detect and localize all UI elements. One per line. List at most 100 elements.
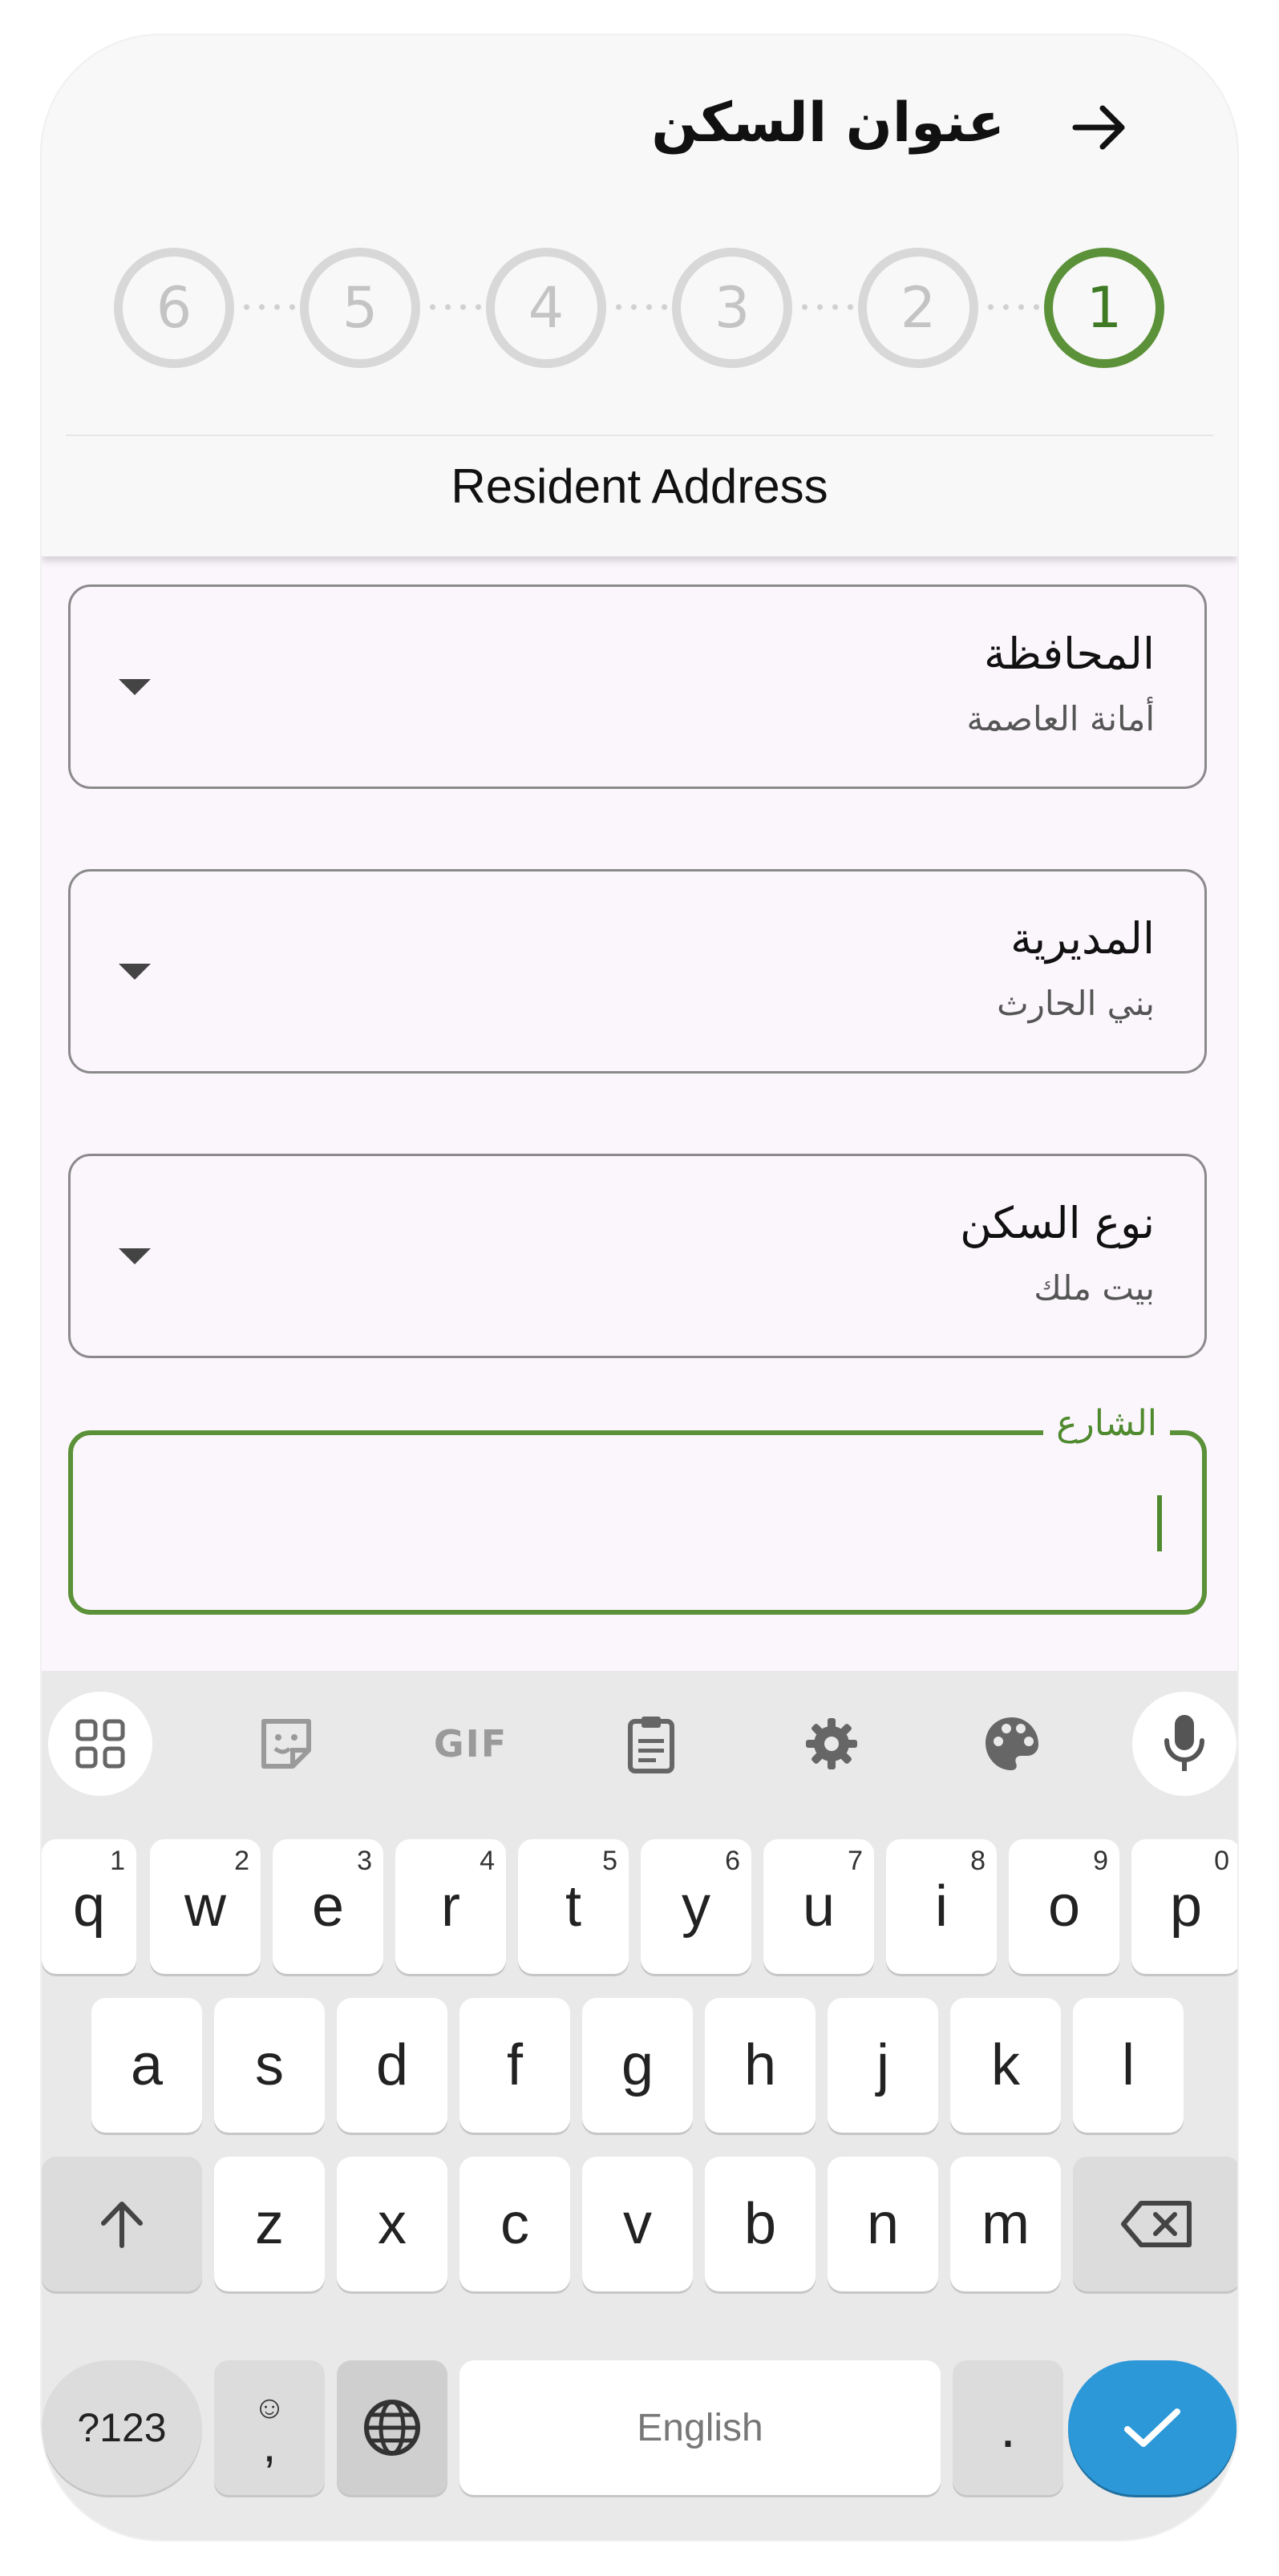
checkmark-icon bbox=[1124, 2408, 1180, 2447]
key-q[interactable]: q1 bbox=[42, 1839, 136, 1974]
key-f[interactable]: f bbox=[459, 1998, 570, 2133]
step-2: 2 bbox=[858, 248, 978, 368]
backspace-key[interactable] bbox=[1073, 2157, 1237, 2291]
settings-button[interactable] bbox=[779, 1692, 884, 1796]
key-i[interactable]: i8 bbox=[886, 1839, 997, 1974]
page-subtitle: Resident Address bbox=[451, 459, 828, 513]
key-label: o bbox=[1047, 1874, 1081, 1939]
backspace-icon bbox=[1120, 2201, 1192, 2247]
key-d[interactable]: d bbox=[337, 1998, 447, 2133]
key-r[interactable]: r4 bbox=[395, 1839, 506, 1974]
done-key[interactable] bbox=[1068, 2360, 1237, 2495]
step-3: 3 bbox=[672, 248, 792, 368]
housing-type-dropdown[interactable]: نوع السكن بيت ملك bbox=[68, 1154, 1207, 1358]
step-connector bbox=[611, 303, 674, 311]
key-u[interactable]: u7 bbox=[763, 1839, 874, 1974]
grid-icon bbox=[75, 1719, 125, 1769]
key-o[interactable]: o9 bbox=[1009, 1839, 1119, 1974]
district-dropdown[interactable]: المديرية بني الحارث bbox=[68, 869, 1207, 1074]
palette-icon bbox=[986, 1717, 1038, 1770]
street-input[interactable]: الشارع bbox=[68, 1403, 1207, 1615]
voice-input-button[interactable] bbox=[1132, 1692, 1237, 1796]
gear-icon bbox=[806, 1718, 857, 1769]
key-hint: 6 bbox=[725, 1846, 740, 1876]
comma-key[interactable]: ☺ , bbox=[214, 2360, 325, 2495]
key-x[interactable]: x bbox=[337, 2157, 447, 2291]
step-5: 5 bbox=[300, 248, 420, 368]
key-w[interactable]: w2 bbox=[150, 1839, 261, 1974]
key-hint: 0 bbox=[1214, 1846, 1229, 1876]
symbols-key[interactable]: ?123 bbox=[42, 2360, 202, 2495]
key-hint: 8 bbox=[970, 1846, 986, 1876]
gif-button[interactable]: GIF bbox=[419, 1692, 523, 1796]
shift-key[interactable] bbox=[42, 2157, 202, 2291]
governorate-dropdown[interactable]: المحافظة أمانة العاصمة bbox=[68, 584, 1207, 789]
app-header: عنوان السكن 6 5 4 3 2 1 Resident Address bbox=[42, 35, 1237, 556]
key-c[interactable]: c bbox=[459, 2157, 570, 2291]
key-b[interactable]: b bbox=[705, 2157, 816, 2291]
language-switch-key[interactable] bbox=[337, 2360, 447, 2495]
step-connector bbox=[239, 303, 302, 311]
key-label: q bbox=[72, 1874, 106, 1939]
key-l[interactable]: l bbox=[1073, 1998, 1184, 2133]
theme-button[interactable] bbox=[960, 1692, 1064, 1796]
key-y[interactable]: y6 bbox=[641, 1839, 751, 1974]
key-e[interactable]: e3 bbox=[273, 1839, 383, 1974]
key-label: t bbox=[565, 1874, 581, 1939]
key-k[interactable]: k bbox=[950, 1998, 1061, 2133]
gif-label: GIF bbox=[433, 1722, 508, 1765]
step-connector bbox=[425, 303, 488, 311]
key-g[interactable]: g bbox=[582, 1998, 693, 2133]
phone-screen: عنوان السكن 6 5 4 3 2 1 Resident Address… bbox=[40, 34, 1239, 2542]
district-label: المديرية bbox=[1010, 913, 1155, 964]
governorate-value: أمانة العاصمة bbox=[966, 699, 1155, 738]
key-hint: 9 bbox=[1093, 1846, 1108, 1876]
key-a[interactable]: a bbox=[91, 1998, 202, 2133]
comma-label: , bbox=[262, 2418, 277, 2472]
page-title: عنوان السكن bbox=[651, 91, 1005, 155]
back-button[interactable] bbox=[1060, 87, 1140, 168]
key-z[interactable]: z bbox=[214, 2157, 325, 2291]
key-v[interactable]: v bbox=[582, 2157, 693, 2291]
space-key[interactable]: English bbox=[459, 2360, 941, 2495]
key-label: w bbox=[184, 1874, 226, 1939]
step-connector bbox=[797, 303, 860, 311]
housing-type-value: بيت ملك bbox=[1034, 1268, 1155, 1308]
key-j[interactable]: j bbox=[828, 1998, 938, 2133]
key-hint: 3 bbox=[357, 1846, 372, 1876]
key-m[interactable]: m bbox=[950, 2157, 1061, 2291]
period-key[interactable]: . bbox=[953, 2360, 1063, 2495]
shift-arrow-icon bbox=[101, 2202, 143, 2248]
dropdown-arrow-icon bbox=[119, 964, 151, 980]
apps-grid-button[interactable] bbox=[48, 1692, 152, 1796]
progress-stepper: 6 5 4 3 2 1 bbox=[114, 248, 1164, 368]
key-label: y bbox=[682, 1874, 710, 1939]
street-label: الشارع bbox=[1043, 1403, 1170, 1444]
key-n[interactable]: n bbox=[828, 2157, 938, 2291]
key-label: r bbox=[441, 1874, 460, 1939]
step-1-active: 1 bbox=[1044, 248, 1164, 368]
key-hint: 2 bbox=[234, 1846, 249, 1876]
header-divider bbox=[66, 435, 1213, 436]
clipboard-button[interactable] bbox=[599, 1692, 703, 1796]
step-6: 6 bbox=[114, 248, 234, 368]
key-h[interactable]: h bbox=[705, 1998, 816, 2133]
dropdown-arrow-icon bbox=[119, 679, 151, 695]
key-label: e bbox=[311, 1874, 345, 1939]
globe-icon bbox=[364, 2400, 420, 2456]
key-t[interactable]: t5 bbox=[518, 1839, 629, 1974]
key-p[interactable]: p0 bbox=[1131, 1839, 1237, 1974]
step-connector bbox=[983, 303, 1046, 311]
housing-type-label: نوع السكن bbox=[960, 1198, 1155, 1248]
sticker-button[interactable] bbox=[234, 1692, 338, 1796]
step-4: 4 bbox=[486, 248, 606, 368]
text-cursor bbox=[1157, 1495, 1162, 1551]
key-label: i bbox=[935, 1874, 948, 1939]
microphone-icon bbox=[1164, 1715, 1204, 1771]
arrow-right-icon bbox=[1072, 105, 1125, 150]
key-hint: 1 bbox=[110, 1846, 125, 1876]
key-hint: 7 bbox=[848, 1846, 863, 1876]
on-screen-keyboard: GIF q 1 w 2 e 3 r 4 t 5 y 6 u 7 i 8 o 9 … bbox=[42, 1671, 1237, 2540]
key-hint: 5 bbox=[602, 1846, 617, 1876]
key-s[interactable]: s bbox=[214, 1998, 325, 2133]
